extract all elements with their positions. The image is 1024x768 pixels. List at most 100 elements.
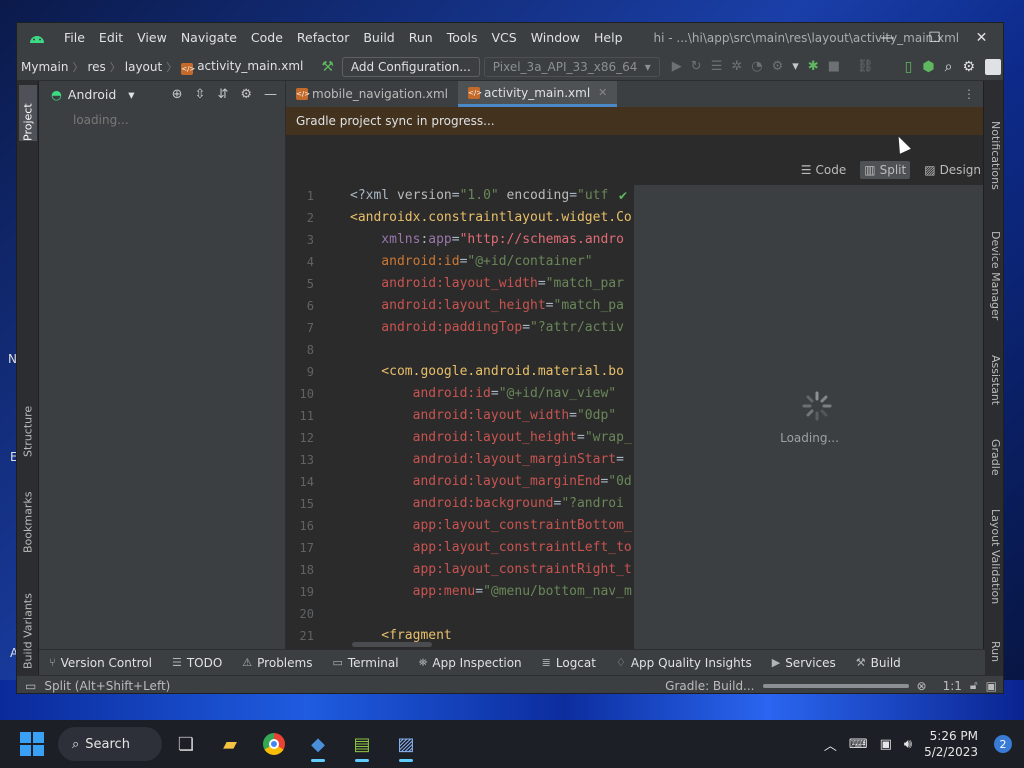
chrome-icon[interactable]	[254, 724, 294, 764]
code-line[interactable]: android:layout_width="0dp"	[350, 405, 632, 427]
tool-window-version-control[interactable]: ⑂ Version Control	[39, 656, 162, 670]
line-number[interactable]: 21	[286, 625, 326, 647]
line-number[interactable]: 4	[286, 251, 326, 273]
line-number[interactable]: 19	[286, 581, 326, 603]
line-number[interactable]: 18	[286, 559, 326, 581]
code-line[interactable]: android:id="@+id/nav_view"	[350, 383, 632, 405]
structure-tool-tab[interactable]: Structure	[19, 391, 37, 457]
device-manager-icon[interactable]: ▯	[905, 59, 913, 75]
menu-navigate[interactable]: Navigate	[174, 23, 244, 53]
tool-window-logcat[interactable]: ≣ Logcat	[532, 656, 606, 670]
options-gear-icon[interactable]: ⚙	[240, 87, 252, 102]
notifications-tool-tab[interactable]: Notifications	[986, 121, 1002, 190]
locate-target-icon[interactable]: ⊕	[172, 87, 183, 102]
line-number[interactable]: 11	[286, 405, 326, 427]
breadcrumb-layout[interactable]: layout	[121, 60, 166, 74]
assistant-tool-tab[interactable]: Assistant	[986, 355, 1002, 405]
line-number[interactable]: 7	[286, 317, 326, 339]
attach-debugger-icon[interactable]: ⚙	[772, 59, 784, 74]
code-line[interactable]: android:paddingTop="?attr/activ	[350, 317, 632, 339]
code-line[interactable]	[350, 603, 632, 625]
tool-window-terminal[interactable]: ▭ Terminal	[322, 656, 408, 670]
line-number[interactable]: 5	[286, 273, 326, 295]
line-number[interactable]: 1	[286, 185, 326, 207]
start-button[interactable]	[20, 732, 44, 756]
line-number[interactable]: 6	[286, 295, 326, 317]
code-line[interactable]: android:layout_height="match_pa	[350, 295, 632, 317]
chevron-down-icon[interactable]: ▾	[792, 59, 799, 74]
tab-activity-main[interactable]: </> activity_main.xml ✕	[458, 81, 618, 107]
code-line[interactable]: app:menu="@menu/bottom_nav_m	[350, 581, 632, 603]
minimize-button[interactable]: —	[864, 23, 911, 53]
code-line[interactable]: app:layout_constraintBottom_	[350, 515, 632, 537]
design-view-button[interactable]: ▨ Design	[920, 161, 985, 179]
notepad-plus-icon[interactable]: ▤	[342, 724, 382, 764]
expand-all-icon[interactable]: ⇳	[195, 87, 206, 102]
make-project-hammer-icon[interactable]: ⚒	[321, 59, 334, 75]
gradle-tool-tab[interactable]: Gradle	[986, 439, 1002, 476]
code-editor[interactable]: 1 2 3 4 5 6 7 8 9 10 11 12 13 14 15 16 17 18 19 20 21 <?xml …	[286, 185, 634, 649]
coverage-icon[interactable]: ☰	[711, 59, 723, 74]
volume-icon[interactable]: 🔊︎	[904, 737, 912, 752]
run-icon[interactable]: ▶	[672, 59, 682, 74]
collapse-all-icon[interactable]: ⇵	[217, 87, 228, 102]
code-line[interactable]: android:layout_marginStart=	[350, 449, 632, 471]
network-icon[interactable]: ▣	[880, 737, 892, 752]
hide-panel-icon[interactable]: —	[264, 87, 277, 102]
debug-icon[interactable]: ✲	[731, 59, 742, 74]
add-configuration-button[interactable]: Add Configuration...	[341, 56, 480, 77]
show-hidden-icons-chevron-icon[interactable]: ︿	[824, 735, 837, 754]
more-tabs-icon[interactable]: ⋮	[953, 81, 985, 107]
project-tool-tab[interactable]: Project	[19, 85, 37, 141]
menu-run[interactable]: Run	[402, 23, 440, 53]
code-line[interactable]: xmlns:app="http://schemas.andro	[350, 229, 632, 251]
code-line[interactable]: <androidx.constraintlayout.widget.Co	[350, 207, 632, 229]
code-line[interactable]: android:id="@+id/container"	[350, 251, 632, 273]
tool-window-app-inspection[interactable]: ⛯ App Inspection	[409, 656, 532, 670]
menu-edit[interactable]: Edit	[92, 23, 130, 53]
sdk-manager-icon[interactable]: ⬢	[922, 59, 934, 75]
menu-vcs[interactable]: VCS	[485, 23, 524, 53]
taskbar-clock[interactable]: 5:26 PM 5/2/2023	[924, 728, 978, 760]
cancel-process-icon[interactable]: ⊗	[917, 679, 927, 693]
code-line[interactable]: app:layout_constraintLeft_to	[350, 537, 632, 559]
menu-view[interactable]: View	[130, 23, 174, 53]
notification-count-badge[interactable]: 2	[994, 735, 1012, 753]
line-number[interactable]: 2	[286, 207, 326, 229]
tool-window-todo[interactable]: ☰ TODO	[162, 656, 232, 670]
settings-gear-icon[interactable]: ⚙	[962, 59, 975, 75]
zoom-ratio[interactable]: 1:1	[943, 679, 962, 693]
menu-code[interactable]: Code	[244, 23, 290, 53]
split-view-button[interactable]: ▥ Split	[860, 161, 911, 179]
android-studio-logo-icon[interactable]	[17, 23, 57, 53]
breadcrumb-module[interactable]: Mymain	[17, 60, 72, 74]
maximize-button[interactable]: ☐	[911, 23, 958, 53]
code-line[interactable]	[350, 339, 632, 361]
lock-icon[interactable]: 🔓︎	[970, 678, 978, 693]
code-view-button[interactable]: ☰ Code	[797, 161, 851, 179]
code-line[interactable]: android:layout_height="wrap_	[350, 427, 632, 449]
menu-file[interactable]: File	[57, 23, 92, 53]
file-explorer-icon[interactable]: ▰	[210, 724, 250, 764]
search-icon[interactable]: ⌕	[945, 59, 953, 75]
tool-window-problems[interactable]: ⚠ Problems	[232, 656, 322, 670]
breadcrumb-file[interactable]: </> activity_main.xml	[177, 59, 307, 75]
code-line[interactable]: <?xml version="1.0" encoding="utf	[350, 185, 632, 207]
chevron-down-icon[interactable]: ▾	[128, 87, 134, 102]
line-number[interactable]: 3	[286, 229, 326, 251]
bookmarks-tool-tab[interactable]: Bookmarks	[19, 477, 37, 553]
line-number[interactable]: 9	[286, 361, 326, 383]
no-problems-check-icon[interactable]: ✔	[618, 189, 628, 203]
gradle-build-status[interactable]: Gradle: Build...	[665, 679, 754, 693]
menu-refactor[interactable]: Refactor	[290, 23, 356, 53]
menu-tools[interactable]: Tools	[440, 23, 485, 53]
horizontal-scrollbar[interactable]	[352, 642, 432, 647]
code-text[interactable]: <?xml version="1.0" encoding="utf <androi…	[350, 185, 632, 647]
android-studio-taskbar-icon[interactable]: ◆	[298, 724, 338, 764]
menu-window[interactable]: Window	[524, 23, 587, 53]
line-number[interactable]: 15	[286, 493, 326, 515]
line-number[interactable]: 14	[286, 471, 326, 493]
menu-help[interactable]: Help	[587, 23, 630, 53]
tool-window-build[interactable]: ⚒ Build	[846, 656, 911, 670]
code-line[interactable]: android:background="?androi	[350, 493, 632, 515]
